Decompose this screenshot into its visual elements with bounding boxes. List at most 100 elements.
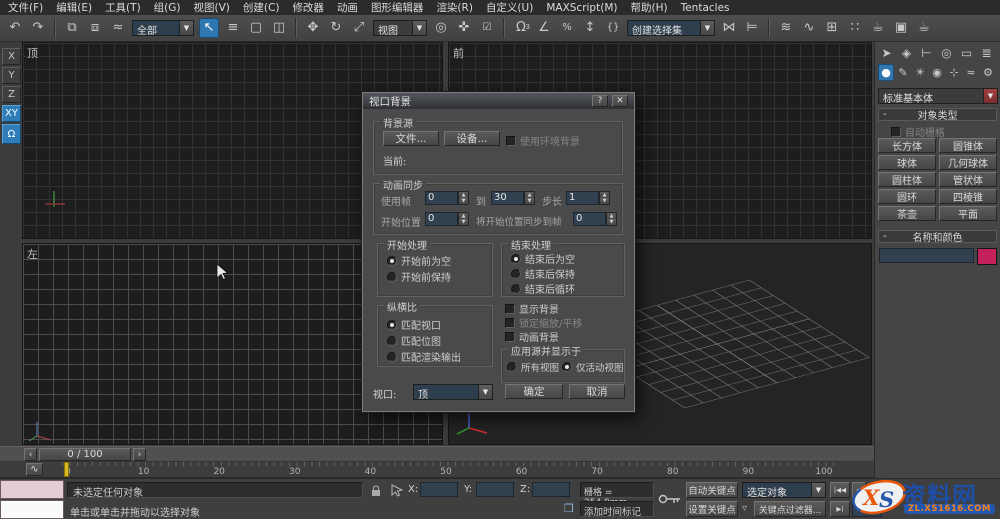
radio-dot[interactable]	[511, 283, 521, 294]
collapse-icon[interactable]: -	[883, 109, 887, 120]
checkbox-box[interactable]	[506, 135, 516, 146]
menu-item[interactable]: 文件(F)	[8, 0, 43, 15]
radio-blank-after-end[interactable]: 结束后为空	[511, 251, 575, 266]
viewport-dropdown[interactable]: 顶 ▼	[413, 384, 493, 400]
object-type-button[interactable]: 长方体	[878, 138, 936, 153]
go-to-start-button[interactable]: |◀◀	[830, 482, 850, 498]
menu-item[interactable]: MAXScript(M)	[546, 2, 617, 14]
object-type-button[interactable]: 管状体	[939, 172, 997, 187]
constrain-xy-button[interactable]: XY	[2, 105, 21, 122]
devices-button[interactable]: 设备...	[444, 131, 500, 146]
redo-icon[interactable]: ↷	[29, 19, 47, 37]
spinner-arrows-icon[interactable]: ▲ ▼	[458, 191, 469, 205]
category-lights-icon[interactable]: ☀	[912, 64, 928, 81]
chevron-down-icon[interactable]: ▼	[412, 21, 426, 35]
object-type-button[interactable]: 茶壶	[878, 206, 936, 221]
spinner-value[interactable]: 0	[425, 191, 458, 205]
spinner-arrows-icon[interactable]: ▲ ▼	[458, 212, 469, 226]
chevron-down-icon[interactable]: ▼	[700, 21, 714, 35]
timeline-ruler[interactable]: ∿ 0102030405060708090100	[0, 462, 874, 478]
y-coordinate-field[interactable]	[476, 482, 514, 497]
selection-filter-dropdown[interactable]: 全部 ▼	[132, 20, 194, 36]
category-cameras-icon[interactable]: ◉	[929, 64, 945, 81]
step-spinner[interactable]: 1 ▲ ▼	[566, 191, 610, 205]
radio-hold-after-end[interactable]: 结束后保持	[511, 266, 575, 281]
constrain-y-button[interactable]: Y	[2, 67, 21, 84]
spinner-arrows-icon[interactable]: ▲ ▼	[524, 191, 535, 205]
radio-match-viewport[interactable]: 匹配视口	[387, 317, 441, 332]
checkbox-box[interactable]	[505, 317, 515, 328]
checkbox-box[interactable]	[505, 303, 515, 314]
use-pivot-center-icon[interactable]: ◎	[432, 19, 450, 37]
macro-recorder-field[interactable]	[0, 480, 64, 499]
radio-dot[interactable]	[387, 255, 397, 266]
radio-dot[interactable]	[511, 268, 521, 279]
dialog-help-button[interactable]: ?	[592, 95, 608, 107]
checkbox-box[interactable]	[505, 331, 515, 342]
category-shapes-icon[interactable]: ✎	[895, 64, 911, 81]
selection-region-icon[interactable]: ▢	[247, 19, 265, 37]
window-crossing-icon[interactable]: ◫	[270, 19, 288, 37]
menu-item[interactable]: 图形编辑器	[371, 0, 424, 15]
radio-dot[interactable]	[511, 253, 521, 264]
radio-dot[interactable]	[387, 319, 397, 330]
key-filter-icon[interactable]: ▿	[742, 503, 747, 514]
select-and-link-icon[interactable]: ⧉	[63, 19, 81, 37]
percent-snap-icon[interactable]: %	[558, 19, 576, 37]
autogrid-checkbox[interactable]: 自动栅格	[891, 124, 945, 139]
snap-toggle-icon[interactable]: Ω3	[512, 19, 530, 37]
keyboard-override-icon[interactable]: ☑	[478, 19, 496, 37]
radio-dot[interactable]	[387, 271, 397, 282]
select-and-manipulate-icon[interactable]: ✜	[455, 19, 473, 37]
x-coordinate-field[interactable]	[420, 482, 458, 497]
chevron-down-icon[interactable]: ▼	[478, 385, 492, 399]
menu-item[interactable]: 动画	[337, 0, 358, 15]
select-and-move-icon[interactable]: ✥	[304, 19, 322, 37]
chevron-down-icon[interactable]: ▼	[811, 483, 825, 497]
menu-item[interactable]: 渲染(R)	[436, 0, 473, 15]
tab-motion-icon[interactable]: ◎	[937, 44, 956, 61]
dialog-close-button[interactable]: ✕	[612, 95, 628, 107]
object-type-button[interactable]: 几何球体	[939, 155, 997, 170]
spinner-value[interactable]: 1	[566, 191, 599, 205]
chevron-down-icon[interactable]: ▼	[983, 89, 997, 103]
object-color-swatch[interactable]	[977, 248, 997, 265]
radio-dot[interactable]	[562, 362, 572, 372]
material-editor-icon[interactable]: ∷	[846, 19, 864, 37]
radio-blank-before-start[interactable]: 开始前为空	[387, 253, 451, 268]
radio-loop-after-end[interactable]: 结束后循环	[511, 281, 575, 296]
viewport-front-label[interactable]: 前	[453, 45, 464, 61]
select-and-scale-icon[interactable]: ⤢	[350, 19, 368, 37]
menu-item[interactable]: 创建(C)	[243, 0, 280, 15]
constrain-z-button[interactable]: Z	[2, 86, 21, 103]
align-icon[interactable]: ⊨	[743, 19, 761, 37]
name-color-rollout[interactable]: - 名称和颜色	[878, 230, 997, 244]
tab-display-icon[interactable]: ▭	[957, 44, 976, 61]
radio-dot[interactable]	[387, 351, 397, 362]
unlink-selection-icon[interactable]: ⧈	[86, 19, 104, 37]
set-key-button[interactable]: 设置关键点	[686, 501, 738, 517]
track-bar[interactable]: ‹ 0 / 100 ›	[0, 446, 874, 462]
render-setup-icon[interactable]: ☕	[869, 19, 887, 37]
select-by-name-icon[interactable]: ≡	[224, 19, 242, 37]
display-background-checkbox[interactable]: 显示背景	[505, 301, 559, 316]
checkbox-box[interactable]	[891, 126, 901, 137]
object-type-button[interactable]: 圆柱体	[878, 172, 936, 187]
spinner-value[interactable]: 0	[425, 212, 458, 226]
collapse-icon[interactable]: -	[883, 231, 887, 242]
key-filters-button[interactable]: 关键点过滤器...	[754, 501, 826, 517]
use-frame-spinner[interactable]: 0 ▲ ▼	[425, 191, 469, 205]
schematic-view-icon[interactable]: ⊞	[823, 19, 841, 37]
category-systems-icon[interactable]: ⚙	[980, 64, 996, 81]
named-selection-set-dropdown[interactable]: 创建选择集 ▼	[627, 20, 715, 36]
spinner-arrows-icon[interactable]: ▲ ▼	[599, 191, 610, 205]
radio-match-render-output[interactable]: 匹配渲染输出	[387, 349, 461, 364]
menu-item[interactable]: Tentacles	[681, 2, 730, 14]
go-to-end-button[interactable]: ▶|	[830, 501, 850, 517]
animate-background-checkbox[interactable]: 动画背景	[505, 329, 559, 344]
undo-icon[interactable]: ↶	[6, 19, 24, 37]
spinner-arrows-icon[interactable]: ▲ ▼	[606, 212, 617, 226]
render-icon[interactable]: ☕	[915, 19, 933, 37]
spinner-value[interactable]: 30	[491, 191, 524, 205]
object-type-button[interactable]: 圆锥体	[939, 138, 997, 153]
